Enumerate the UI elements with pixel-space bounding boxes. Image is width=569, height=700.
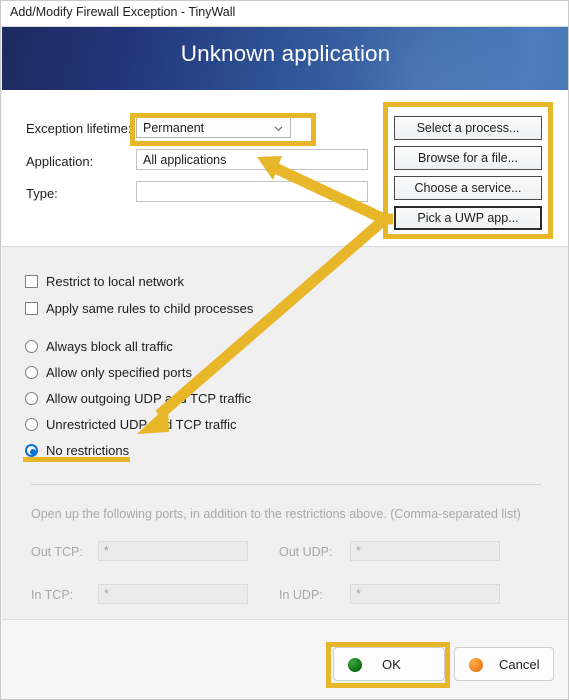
out-udp-input[interactable]: *	[350, 541, 500, 561]
cancel-button[interactable]: Cancel	[454, 647, 554, 681]
radio-circle-icon	[25, 366, 38, 379]
ok-button-label: OK	[382, 657, 401, 672]
radio-label: Allow only specified ports	[46, 365, 192, 380]
orange-circle-icon	[469, 658, 483, 672]
cancel-button-label: Cancel	[499, 657, 540, 672]
browse-for-a-file-button[interactable]: Browse for a file...	[394, 146, 542, 170]
in-udp-label: In UDP:	[279, 588, 323, 602]
radio-circle-icon	[25, 392, 38, 405]
chevron-down-icon	[274, 126, 283, 132]
radio-label: Allow outgoing UDP and TCP traffic	[46, 391, 251, 406]
title-bar: Add/Modify Firewall Exception - TinyWall	[1, 1, 568, 27]
type-label: Type:	[26, 186, 58, 201]
checkbox-label: Apply same rules to child processes	[46, 301, 254, 316]
radio-label: Always block all traffic	[46, 339, 173, 354]
radio-label: Unrestricted UDP and TCP traffic	[46, 417, 237, 432]
section-divider	[31, 484, 541, 485]
banner-title: Unknown application	[180, 41, 391, 66]
radio-circle-selected-icon	[25, 444, 38, 457]
exception-lifetime-value: Permanent	[143, 121, 205, 135]
in-tcp-input[interactable]: *	[98, 584, 248, 604]
header-banner: Unknown application	[2, 27, 568, 90]
choose-a-service-button[interactable]: Choose a service...	[394, 176, 542, 200]
in-udp-input[interactable]: *	[350, 584, 500, 604]
out-udp-value: *	[356, 544, 361, 558]
type-input[interactable]	[136, 181, 368, 202]
pick-a-uwp-app-button[interactable]: Pick a UWP app...	[394, 206, 542, 230]
checkbox-box-icon	[25, 302, 38, 315]
select-a-process-button[interactable]: Select a process...	[394, 116, 542, 140]
in-tcp-label: In TCP:	[31, 588, 74, 602]
out-udp-label: Out UDP:	[279, 545, 333, 559]
ports-description: Open up the following ports, in addition…	[31, 507, 521, 521]
checkbox-label: Restrict to local network	[46, 274, 184, 289]
in-tcp-value: *	[104, 587, 109, 601]
application-label: Application:	[26, 154, 94, 169]
radio-label: No restrictions	[46, 443, 130, 458]
application-input[interactable]: All applications	[136, 149, 368, 170]
ok-button[interactable]: OK	[333, 647, 445, 681]
radio-circle-icon	[25, 418, 38, 431]
rules-options-section: Restrict to local network Apply same rul…	[2, 247, 568, 620]
application-input-value: All applications	[143, 153, 227, 167]
out-tcp-input[interactable]: *	[98, 541, 248, 561]
dialog-footer: OK Cancel	[2, 620, 568, 699]
out-tcp-value: *	[104, 544, 109, 558]
in-udp-value: *	[356, 587, 361, 601]
exception-lifetime-label: Exception lifetime:	[26, 121, 132, 136]
firewall-exception-dialog: Add/Modify Firewall Exception - TinyWall…	[0, 0, 569, 700]
green-circle-icon	[348, 658, 362, 672]
out-tcp-label: Out TCP:	[31, 545, 83, 559]
exception-lifetime-dropdown[interactable]: Permanent	[136, 117, 291, 138]
checkbox-box-icon	[25, 275, 38, 288]
window-title: Add/Modify Firewall Exception - TinyWall	[10, 5, 236, 19]
radio-circle-icon	[25, 340, 38, 353]
